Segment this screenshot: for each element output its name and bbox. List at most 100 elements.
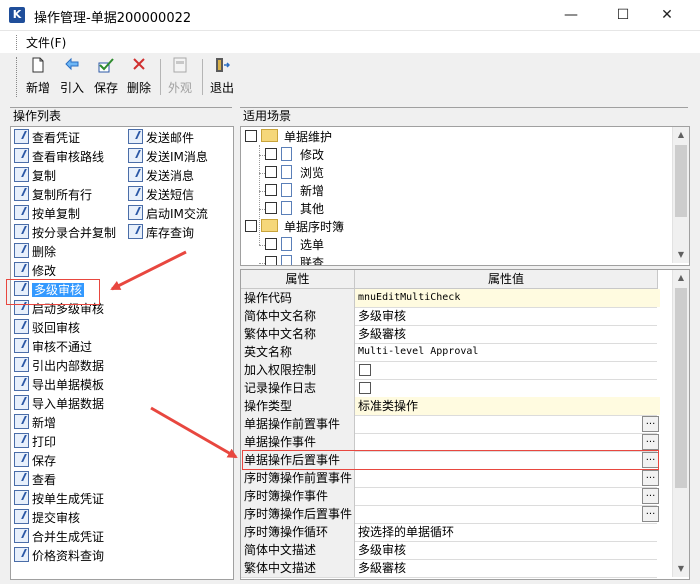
- save-button[interactable]: 保存: [92, 57, 120, 99]
- operation-item[interactable]: 复制: [14, 167, 56, 186]
- tree-leaf-node[interactable]: 联查: [265, 254, 324, 265]
- operation-item[interactable]: 发送邮件: [128, 129, 194, 148]
- tree-checkbox[interactable]: [265, 148, 277, 160]
- operation-item[interactable]: 复制所有行: [14, 186, 92, 205]
- property-row[interactable]: 记录操作日志: [241, 379, 657, 398]
- tree-checkbox[interactable]: [265, 166, 277, 178]
- property-row[interactable]: 单据操作前置事件...: [241, 415, 660, 434]
- delete-button[interactable]: 删除: [124, 57, 154, 99]
- operation-item[interactable]: 发送IM消息: [128, 148, 208, 167]
- tree-leaf-node[interactable]: 选单: [265, 236, 324, 254]
- appearance-button[interactable]: 外观: [166, 57, 194, 99]
- property-value[interactable]: ...: [355, 505, 660, 523]
- minimize-button[interactable]: —: [548, 0, 594, 30]
- tree-folder-node[interactable]: 单据序时簿: [245, 218, 344, 236]
- operation-item[interactable]: 合并生成凭证: [14, 528, 104, 547]
- scene-tree[interactable]: 单据维护 修改 浏览 新增 其他 单据序时簿 选单 联查 ▲ ▼: [240, 126, 690, 266]
- tree-checkbox[interactable]: [265, 238, 277, 250]
- operation-item[interactable]: 按单生成凭证: [14, 490, 104, 509]
- property-value[interactable]: 按选择的单据循环: [355, 523, 660, 541]
- tree-checkbox[interactable]: [265, 202, 277, 214]
- property-value[interactable]: [355, 379, 660, 397]
- scroll-thumb[interactable]: [675, 145, 687, 217]
- operation-item[interactable]: 提交审核: [14, 509, 80, 528]
- operation-item[interactable]: 驳回审核: [14, 319, 80, 338]
- scroll-up-arrow-icon[interactable]: ▲: [673, 270, 689, 286]
- property-row[interactable]: 操作类型 标准类操作: [241, 397, 660, 416]
- property-row[interactable]: 简体中文描述 多级审核: [241, 541, 657, 560]
- property-value[interactable]: ...: [355, 487, 660, 505]
- ellipsis-button[interactable]: ...: [642, 506, 659, 522]
- property-row[interactable]: 序时簿操作后置事件...: [241, 505, 660, 524]
- scroll-thumb[interactable]: [675, 288, 687, 488]
- property-value[interactable]: ...: [355, 469, 660, 487]
- property-row[interactable]: 序时簿操作事件...: [241, 487, 660, 506]
- operation-item[interactable]: 审核不通过: [14, 338, 92, 357]
- tree-leaf-node[interactable]: 其他: [265, 200, 324, 218]
- scroll-up-arrow-icon[interactable]: ▲: [673, 127, 689, 143]
- ellipsis-button[interactable]: ...: [642, 434, 659, 450]
- maximize-button[interactable]: ☐: [600, 0, 646, 30]
- operation-item[interactable]: 导出单据模板: [14, 376, 104, 395]
- property-value[interactable]: mnuEditMultiCheck: [355, 289, 660, 307]
- property-value[interactable]: [355, 361, 660, 379]
- operation-item[interactable]: 查看凭证: [14, 129, 80, 148]
- property-value[interactable]: ...: [355, 415, 660, 433]
- property-grid[interactable]: 属性 属性值 操作代码 mnuEditMultiCheck 简体中文名称 多级审核 繁体…: [240, 269, 690, 580]
- tree-checkbox[interactable]: [265, 184, 277, 196]
- operation-item[interactable]: 新增: [14, 414, 56, 433]
- property-row[interactable]: 序时簿操作前置事件...: [241, 469, 660, 488]
- property-row[interactable]: 简体中文名称 多级审核: [241, 307, 657, 326]
- new-button[interactable]: 新增: [24, 57, 52, 99]
- ellipsis-button[interactable]: ...: [642, 416, 659, 432]
- property-value[interactable]: 多級審核: [355, 559, 660, 577]
- operation-item[interactable]: 价格资料查询: [14, 547, 104, 566]
- exit-button[interactable]: 退出: [208, 57, 236, 99]
- property-row[interactable]: 繁体中文描述 多級審核: [241, 559, 657, 578]
- property-value[interactable]: Multi-level Approval: [355, 343, 660, 361]
- operation-item[interactable]: 发送消息: [128, 167, 194, 186]
- operation-item[interactable]: 打印: [14, 433, 56, 452]
- operation-list[interactable]: 查看凭证 查看审核路线 复制 复制所有行 按单复制 按分录合并复制 删除 修改 多级审核 启动多级…: [10, 126, 234, 580]
- property-row[interactable]: 操作代码 mnuEditMultiCheck: [241, 289, 660, 308]
- property-row[interactable]: 英文名称 Multi-level Approval: [241, 343, 657, 362]
- operation-item[interactable]: 按单复制: [14, 205, 80, 224]
- property-value[interactable]: ...: [355, 433, 660, 451]
- menu-file[interactable]: 文件(F): [26, 34, 66, 51]
- scene-tree-scrollbar[interactable]: ▲ ▼: [672, 127, 689, 263]
- tree-folder-node[interactable]: 单据维护: [245, 128, 332, 146]
- tree-leaf-node[interactable]: 浏览: [265, 164, 324, 182]
- tree-checkbox[interactable]: [265, 256, 277, 265]
- property-row[interactable]: 繁体中文名称 多級審核: [241, 325, 657, 344]
- operation-item[interactable]: 引出内部数据: [14, 357, 104, 376]
- operation-item[interactable]: 保存: [14, 452, 56, 471]
- property-grid-scrollbar[interactable]: ▲ ▼: [672, 270, 689, 577]
- property-value[interactable]: 多級審核: [355, 325, 660, 343]
- import-button[interactable]: 引入: [58, 57, 86, 99]
- tree-checkbox[interactable]: [245, 130, 257, 142]
- tree-leaf-node[interactable]: 修改: [265, 146, 324, 164]
- operation-icon: [14, 376, 29, 391]
- property-value[interactable]: 多级审核: [355, 307, 660, 325]
- operation-item[interactable]: 库存查询: [128, 224, 194, 243]
- close-button[interactable]: ✕: [644, 0, 690, 30]
- operation-item[interactable]: 查看审核路线: [14, 148, 104, 167]
- property-checkbox[interactable]: [359, 382, 371, 394]
- tree-checkbox[interactable]: [245, 220, 257, 232]
- property-row[interactable]: 加入权限控制: [241, 361, 657, 380]
- operation-item[interactable]: 查看: [14, 471, 56, 490]
- operation-item[interactable]: 启动IM交流: [128, 205, 208, 224]
- operation-item[interactable]: 发送短信: [128, 186, 194, 205]
- scroll-down-arrow-icon[interactable]: ▼: [673, 247, 689, 263]
- property-checkbox[interactable]: [359, 364, 371, 376]
- tree-leaf-node[interactable]: 新增: [265, 182, 324, 200]
- ellipsis-button[interactable]: ...: [642, 470, 659, 486]
- operation-item[interactable]: 删除: [14, 243, 56, 262]
- scroll-down-arrow-icon[interactable]: ▼: [673, 561, 689, 577]
- property-value[interactable]: 多级审核: [355, 541, 660, 559]
- operation-item[interactable]: 导入单据数据: [14, 395, 104, 414]
- operation-item[interactable]: 按分录合并复制: [14, 224, 116, 243]
- property-row[interactable]: 序时簿操作循环 按选择的单据循环: [241, 523, 657, 542]
- property-value[interactable]: 标准类操作: [355, 397, 660, 415]
- ellipsis-button[interactable]: ...: [642, 488, 659, 504]
